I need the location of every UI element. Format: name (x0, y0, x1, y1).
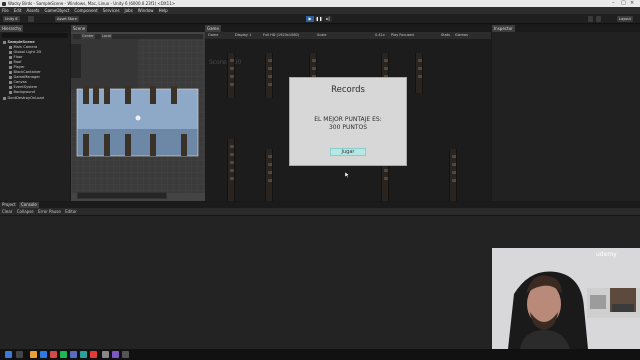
maximize-icon[interactable]: □ (621, 0, 626, 7)
taskbar (0, 349, 640, 360)
tab-inspector[interactable]: Inspector (492, 25, 515, 32)
pillar (227, 53, 235, 98)
hierarchy-item[interactable]: DontDestroyOnLoad (3, 96, 44, 101)
close-icon[interactable]: × (630, 0, 634, 7)
display-dropdown[interactable]: Display 1 (235, 32, 251, 39)
dialog-message: EL MEJOR PUNTAJE ES: 300 PUNTOS (314, 116, 382, 131)
scene-viewport[interactable] (71, 34, 205, 193)
menu-jobs[interactable]: Jobs (125, 8, 133, 13)
play-button[interactable]: ▶ (306, 16, 314, 22)
unity-logo-icon (2, 1, 6, 6)
main-toolbar: Unity 6 Asset Store ▶ ❚❚ ▸| Layout (0, 14, 640, 24)
play-focused-dropdown[interactable]: Play Focused (391, 32, 414, 39)
play-again-button[interactable]: Jugar (330, 148, 366, 156)
search-icon[interactable] (16, 351, 23, 358)
dialog-title: Records (331, 85, 365, 95)
tab-game[interactable]: Game (205, 25, 221, 32)
records-dialog: Records EL MEJOR PUNTAJE ES: 300 PUNTOS J… (289, 77, 407, 166)
start-icon[interactable] (5, 351, 12, 358)
search-icon[interactable] (588, 16, 593, 22)
step-button[interactable]: ▸| (324, 16, 332, 22)
pillar (265, 53, 273, 98)
minimize-icon[interactable]: – (612, 0, 615, 7)
menu-bar: File Edit Assets GameObject Component Service… (0, 7, 640, 14)
scale-value[interactable]: 0.41x (375, 32, 385, 39)
browser-icon[interactable] (40, 351, 47, 358)
game-viewport[interactable]: Score: 300 Records EL MEJOR PUNTAJE ES: 3… (205, 39, 491, 201)
clear-button[interactable]: Clear (2, 209, 12, 214)
scene-grid (71, 34, 205, 193)
app-icon[interactable] (80, 351, 87, 358)
window-title: Wacky Birds - SampleScene - Windows, Mac… (8, 1, 176, 6)
inspector-panel: Inspector (492, 25, 640, 201)
game-panel: Game Game Display 1 Full HD (1920x1080) … (205, 25, 491, 201)
menu-component[interactable]: Component (74, 8, 97, 13)
scale-label: Scale (317, 33, 327, 37)
mouse-cursor-icon (345, 172, 350, 178)
app-icon[interactable] (90, 351, 97, 358)
pillar (265, 149, 273, 201)
pause-button[interactable]: ❚❚ (315, 16, 323, 22)
code-editor-icon[interactable] (112, 351, 119, 358)
collapse-toggle[interactable]: Collapse (17, 209, 34, 214)
layout-dropdown[interactable]: Layout (617, 16, 633, 22)
menu-help[interactable]: Help (159, 8, 168, 13)
menu-file[interactable]: File (2, 8, 9, 13)
aspect-dropdown[interactable]: Full HD (1920x1080) (263, 32, 299, 39)
tab-hierarchy[interactable]: Hierarchy (0, 25, 24, 32)
menu-gameobject[interactable]: GameObject (44, 8, 69, 13)
pivot-local-dropdown[interactable]: Local (101, 34, 113, 39)
hierarchy-item[interactable]: Background (9, 90, 35, 95)
score-label: Score: 300 (209, 59, 242, 66)
webcam-image (492, 248, 640, 349)
pivot-center-dropdown[interactable]: Center (81, 34, 95, 39)
webcam-overlay: udemy (492, 248, 640, 349)
asset-store-button[interactable]: Asset Store (55, 16, 79, 22)
udemy-watermark: udemy (596, 251, 617, 258)
console-toolbar: Clear Collapse Error Pause Editor (0, 208, 640, 216)
game-mode-dropdown[interactable]: Game (208, 32, 218, 39)
stats-button[interactable]: Stats (441, 32, 450, 39)
account-button[interactable]: Unity 6 (3, 16, 20, 22)
gizmos-button[interactable]: Gizmos (455, 32, 468, 39)
unity-icon[interactable] (102, 351, 109, 358)
file-explorer-icon[interactable] (30, 351, 37, 358)
scene-tools-overlay[interactable] (77, 192, 167, 199)
menu-window[interactable]: Window (138, 8, 154, 13)
hierarchy-search-input[interactable] (2, 33, 68, 38)
menu-services[interactable]: Services (103, 8, 120, 13)
pillar (227, 139, 235, 201)
title-bar: Wacky Birds - SampleScene - Windows, Mac… (0, 0, 640, 7)
pillar (449, 149, 457, 201)
app-icon[interactable] (50, 351, 57, 358)
editor-dropdown[interactable]: Editor (65, 209, 77, 214)
menu-assets[interactable]: Assets (26, 8, 39, 13)
tab-scene[interactable]: Scene (71, 25, 88, 32)
app-icon[interactable] (122, 351, 129, 358)
hierarchy-panel: Hierarchy SampleScene Main Camera Global… (0, 25, 70, 201)
settings-icon[interactable] (596, 16, 601, 22)
pillar (415, 53, 423, 93)
scene-panel: Scene Center Local (71, 25, 205, 201)
app-icon[interactable] (70, 351, 77, 358)
cloud-icon[interactable] (28, 16, 34, 22)
spotify-icon[interactable] (60, 351, 67, 358)
menu-edit[interactable]: Edit (14, 8, 22, 13)
error-pause-toggle[interactable]: Error Pause (38, 209, 61, 214)
